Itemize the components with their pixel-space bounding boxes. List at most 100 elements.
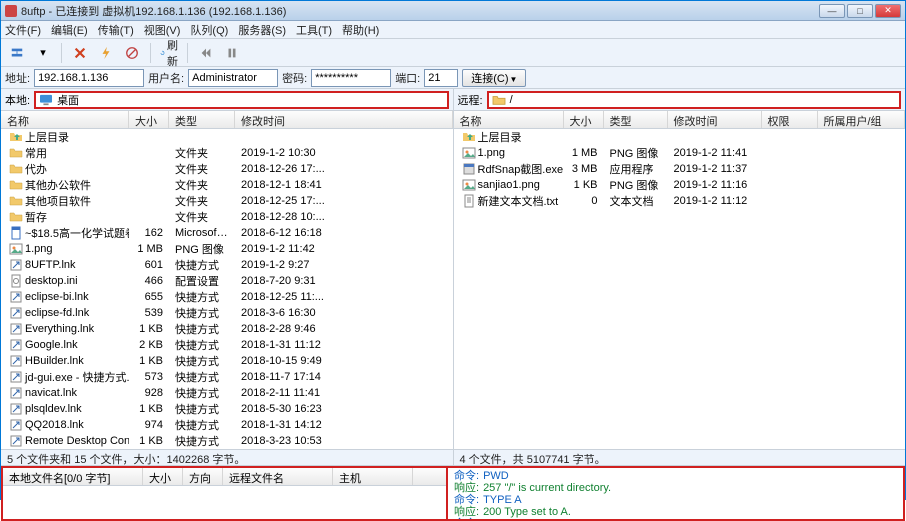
minimize-button[interactable]: —	[819, 4, 845, 18]
password-input[interactable]	[311, 69, 391, 87]
table-row[interactable]: 代办文件夹2018-12-26 17:...	[1, 161, 453, 177]
up-icon	[9, 130, 23, 144]
table-row[interactable]: Google.lnk2 KB快捷方式2018-1-31 11:12	[1, 337, 453, 353]
table-row[interactable]: 上层目录	[1, 129, 453, 145]
local-rows[interactable]: 上层目录常用文件夹2019-1-2 10:30代办文件夹2018-12-26 1…	[1, 129, 453, 449]
table-row[interactable]: navicat.lnk928快捷方式2018-2-11 11:41	[1, 385, 453, 401]
app-icon	[5, 5, 17, 17]
menu-item[interactable]: 视图(V)	[144, 22, 181, 38]
lnk-icon	[9, 418, 23, 432]
address-label: 地址:	[5, 70, 30, 86]
table-row[interactable]: 新建文本文档.txt0文本文档2019-1-2 11:12	[454, 193, 906, 209]
local-path-box[interactable]: 桌面	[34, 91, 448, 109]
toolbar: ▾ 刷新	[1, 39, 905, 67]
log-pane[interactable]: 命令:PWD响应:257 "/" is current directory.命令…	[447, 466, 905, 521]
table-row[interactable]: sanjiao1.png1 KBPNG 图像2019-1-2 11:16	[454, 177, 906, 193]
close-button[interactable]: ✕	[875, 4, 901, 18]
folder-icon	[9, 178, 23, 192]
log-line: 响应:257 "/" is current directory.	[454, 482, 897, 494]
port-label: 端口:	[395, 70, 420, 86]
col-date[interactable]: 修改时间	[235, 111, 453, 128]
table-row[interactable]: eclipse-bi.lnk655快捷方式2018-12-25 11:...	[1, 289, 453, 305]
menu-item[interactable]: 帮助(H)	[342, 22, 379, 38]
remote-path-box[interactable]: /	[487, 91, 901, 109]
table-row[interactable]: eclipse-fd.lnk539快捷方式2018-3-6 16:30	[1, 305, 453, 321]
address-input[interactable]	[34, 69, 144, 87]
local-pane: 名称 大小 类型 修改时间 上层目录常用文件夹2019-1-2 10:30代办文…	[1, 111, 454, 449]
table-row[interactable]: 1.png1 MBPNG 图像2019-1-2 11:41	[454, 145, 906, 161]
log-line: 响应:200 Type set to A.	[454, 506, 897, 518]
remote-label: 远程:	[458, 92, 483, 108]
lnk-icon	[9, 338, 23, 352]
pause-icon[interactable]	[222, 43, 242, 63]
refresh-button[interactable]: 刷新	[159, 43, 179, 63]
queue-col[interactable]: 主机	[333, 468, 413, 485]
lnk-icon	[9, 386, 23, 400]
table-row[interactable]: 上层目录	[454, 129, 906, 145]
menubar: 文件(F) 编辑(E) 传输(T) 视图(V) 队列(Q) 服务器(S) 工具(T) 帮助(H…	[1, 21, 905, 39]
queue-col[interactable]: 本地文件名[0/0 字节]	[3, 468, 143, 485]
menu-item[interactable]: 传输(T)	[98, 22, 134, 38]
lnk-icon	[9, 434, 23, 448]
table-row[interactable]: 暂存文件夹2018-12-28 10:...	[1, 209, 453, 225]
queue-col[interactable]: 大小	[143, 468, 183, 485]
table-row[interactable]: Everything.lnk1 KB快捷方式2018-2-28 9:46	[1, 321, 453, 337]
titlebar: 8uftp - 已连接到 虚拟机192.168.1.136 (192.168.1…	[1, 1, 905, 21]
folder-icon	[9, 210, 23, 224]
table-row[interactable]: desktop.ini466配置设置2018-7-20 9:31	[1, 273, 453, 289]
desktop-icon	[39, 94, 53, 106]
port-input[interactable]	[424, 69, 458, 87]
menu-item[interactable]: 文件(F)	[5, 22, 41, 38]
queue-header: 本地文件名[0/0 字节]大小方向远程文件名主机	[3, 468, 446, 486]
dropdown-icon[interactable]: ▾	[33, 43, 53, 63]
exe-icon	[462, 162, 476, 176]
rewind-icon[interactable]	[196, 43, 216, 63]
col-owner[interactable]: 所属用户/组	[818, 111, 906, 128]
username-input[interactable]	[188, 69, 278, 87]
log-line: 命令:TYPE A	[454, 494, 897, 506]
table-row[interactable]: Remote Desktop Connec...1 KB快捷方式2018-3-2…	[1, 433, 453, 449]
col-name[interactable]: 名称	[1, 111, 129, 128]
table-row[interactable]: 其他办公软件文件夹2018-12-1 18:41	[1, 177, 453, 193]
bolt-icon[interactable]	[96, 43, 116, 63]
folder-icon	[492, 94, 506, 106]
table-row[interactable]: 8UFTP.lnk601快捷方式2019-1-2 9:27	[1, 257, 453, 273]
doc-icon	[9, 226, 23, 240]
lnk-icon	[9, 402, 23, 416]
col-perm[interactable]: 权限	[762, 111, 818, 128]
connect-icon[interactable]	[7, 43, 27, 63]
connect-button[interactable]: 连接(C)▼	[462, 69, 526, 87]
ini-icon	[9, 274, 23, 288]
table-row[interactable]: HBuilder.lnk1 KB快捷方式2018-10-15 9:49	[1, 353, 453, 369]
table-row[interactable]: ~$18.5高一化学试题卷 (1)....162Microsoft W...20…	[1, 225, 453, 241]
col-size[interactable]: 大小	[129, 111, 169, 128]
table-row[interactable]: 1.png1 MBPNG 图像2019-1-2 11:42	[1, 241, 453, 257]
disconnect-icon[interactable]	[70, 43, 90, 63]
maximize-button[interactable]: □	[847, 4, 873, 18]
lnk-icon	[9, 370, 23, 384]
menu-item[interactable]: 队列(Q)	[190, 22, 228, 38]
folder-icon	[9, 146, 23, 160]
menu-item[interactable]: 服务器(S)	[238, 22, 286, 38]
local-label: 本地:	[5, 92, 30, 108]
lnk-icon	[9, 258, 23, 272]
table-row[interactable]: 常用文件夹2019-1-2 10:30	[1, 145, 453, 161]
table-row[interactable]: jd-gui.exe - 快捷方式.lnk573快捷方式2018-11-7 17…	[1, 369, 453, 385]
menu-item[interactable]: 工具(T)	[296, 22, 332, 38]
table-row[interactable]: QQ2018.lnk974快捷方式2018-1-31 14:12	[1, 417, 453, 433]
remote-header: 名称 大小 类型 修改时间 权限 所属用户/组	[454, 111, 906, 129]
table-row[interactable]: 其他项目软件文件夹2018-12-25 17:...	[1, 193, 453, 209]
queue-col[interactable]: 方向	[183, 468, 223, 485]
col-date[interactable]: 修改时间	[668, 111, 762, 128]
col-type[interactable]: 类型	[604, 111, 668, 128]
table-row[interactable]: plsqldev.lnk1 KB快捷方式2018-5-30 16:23	[1, 401, 453, 417]
lnk-icon	[9, 290, 23, 304]
col-size[interactable]: 大小	[564, 111, 604, 128]
col-name[interactable]: 名称	[454, 111, 564, 128]
remote-rows[interactable]: 上层目录1.png1 MBPNG 图像2019-1-2 11:41RdfSnap…	[454, 129, 906, 449]
queue-col[interactable]: 远程文件名	[223, 468, 333, 485]
col-type[interactable]: 类型	[169, 111, 235, 128]
table-row[interactable]: RdfSnap截图.exe3 MB应用程序2019-1-2 11:37	[454, 161, 906, 177]
menu-item[interactable]: 编辑(E)	[51, 22, 88, 38]
cancel-icon[interactable]	[122, 43, 142, 63]
